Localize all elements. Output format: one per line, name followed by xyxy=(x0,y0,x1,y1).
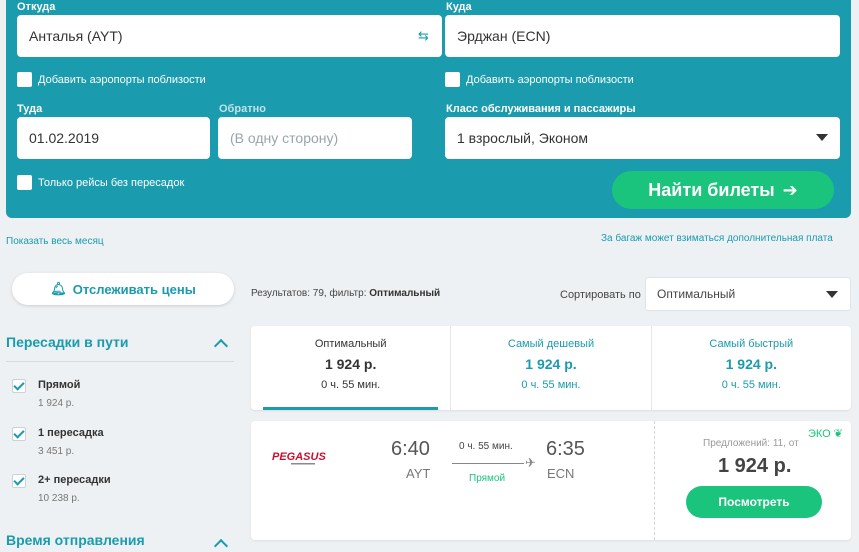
checkbox-checked[interactable] xyxy=(12,474,26,488)
depart-date-value: 01.02.2019 xyxy=(29,130,100,146)
class-select[interactable]: 1 взрослый, Эконом xyxy=(445,117,840,159)
return-label: Обратно xyxy=(219,103,266,115)
swap-icon[interactable]: ⇆ xyxy=(418,29,432,43)
arrow-right-icon: ➔ xyxy=(782,179,798,200)
route-type: Прямой xyxy=(469,473,506,484)
nearby-to-label: Добавить аэропорты поблизости xyxy=(466,73,634,86)
checkbox-box[interactable] xyxy=(445,72,460,87)
tab-duration: 0 ч. 55 мин. xyxy=(721,379,781,391)
direct-only-checkbox[interactable]: Только рейсы без пересадок xyxy=(17,175,184,190)
nearby-from-checkbox[interactable]: Добавить аэропорты поблизости xyxy=(17,72,206,87)
eco-badge: ЭКО ❦ xyxy=(808,427,843,440)
tab-price: 1 924 р. xyxy=(324,356,377,372)
search-panel: Откуда Анталья (AYT) ⇆ Куда Эрджан (ECN)… xyxy=(6,0,851,218)
from-value: Анталья (AYT) xyxy=(29,28,123,44)
class-value: 1 взрослый, Эконом xyxy=(457,130,589,146)
sort-label: Сортировать по xyxy=(560,289,641,301)
to-field[interactable]: Эрджан (ECN) xyxy=(445,15,840,57)
caret-down-icon xyxy=(826,291,838,298)
departure-section-title[interactable]: Время отправления xyxy=(6,532,145,548)
tab-optimal[interactable]: Оптимальный 1 924 р. 0 ч. 55 мин. xyxy=(251,326,450,410)
to-label: Куда xyxy=(446,1,472,13)
results-summary: Результатов: 79, фильтр: Оптимальный xyxy=(251,288,440,299)
chevron-up-icon[interactable] xyxy=(213,538,229,552)
filter-label: Прямой xyxy=(38,379,81,391)
route-line xyxy=(452,463,524,464)
from-field[interactable]: Анталья (AYT) ⇆ xyxy=(17,15,442,57)
filter-label: 2+ пересадки xyxy=(38,474,111,486)
tab-price: 1 924 р. xyxy=(525,356,577,372)
find-tickets-button[interactable]: Найти билеты ➔ xyxy=(612,171,834,209)
view-offer-label: Посмотреть xyxy=(718,495,790,509)
tab-duration: 0 ч. 55 мин. xyxy=(321,379,381,391)
sort-select[interactable]: Оптимальный xyxy=(645,277,851,311)
tab-name: Самый быстрый xyxy=(709,338,794,350)
filter-label: 1 пересадка xyxy=(38,427,104,439)
results-count: Результатов: 79, фильтр: xyxy=(251,288,370,299)
filter-price: 10 238 р. xyxy=(38,493,80,504)
offers-count: Предложений: 11, от xyxy=(703,438,799,449)
tab-fastest[interactable]: Самый быстрый 1 924 р. 0 ч. 55 мин. xyxy=(650,326,851,410)
tab-name: Самый дешевый xyxy=(507,338,595,350)
show-month-link[interactable]: Показать весь месяц xyxy=(6,236,104,247)
track-prices-label: Отслеживать цены xyxy=(72,281,196,297)
divider xyxy=(6,361,234,362)
find-tickets-label: Найти билеты xyxy=(648,179,775,200)
from-label: Откуда xyxy=(17,1,56,13)
stops-section-title[interactable]: Пересадки в пути xyxy=(6,334,129,350)
filter-price: 1 924 р. xyxy=(38,398,75,409)
sort-value: Оптимальный xyxy=(657,287,736,301)
chevron-up-icon[interactable] xyxy=(213,338,229,354)
baggage-note-link[interactable]: За багаж может взиматься дополнительная … xyxy=(601,233,833,244)
results-filter: Оптимальный xyxy=(369,288,441,299)
depart-date-field[interactable]: 01.02.2019 xyxy=(17,117,210,159)
card-divider xyxy=(654,421,655,540)
airline-logo: PEGASUS xyxy=(272,451,326,465)
return-placeholder: (В одну сторону) xyxy=(230,130,339,146)
depart-airport: AYT xyxy=(406,466,431,481)
depart-time: 6:40 xyxy=(391,438,430,460)
view-offer-button[interactable]: Посмотреть xyxy=(686,486,822,518)
class-label: Класс обслуживания и пассажиры xyxy=(446,103,636,115)
checkbox-box[interactable] xyxy=(17,175,32,190)
caret-down-icon xyxy=(816,134,828,141)
arrive-time: 6:35 xyxy=(546,438,585,460)
nearby-to-checkbox[interactable]: Добавить аэропорты поблизости xyxy=(445,72,634,87)
flight-card[interactable]: PEGASUS 6:40 AYT 0 ч. 55 мин. ✈ Прямой 6… xyxy=(251,421,851,540)
filter-price: 3 451 р. xyxy=(38,446,75,457)
tab-duration: 0 ч. 55 мин. xyxy=(521,379,581,391)
direct-only-label: Только рейсы без пересадок xyxy=(38,176,185,189)
return-date-field[interactable]: (В одну сторону) xyxy=(218,117,412,159)
flight-price: 1 924 р. xyxy=(718,455,792,477)
bell-icon: 🔔︎ xyxy=(50,281,67,296)
arrive-airport: ECN xyxy=(547,466,575,481)
tab-cheapest[interactable]: Самый дешевый 1 924 р. 0 ч. 55 мин. xyxy=(450,326,650,410)
tab-name: Оптимальный xyxy=(314,338,387,350)
checkbox-box[interactable] xyxy=(17,72,32,87)
track-prices-button[interactable]: 🔔︎ Отслеживать цены xyxy=(12,273,234,305)
eco-label: ЭКО xyxy=(807,428,831,440)
to-value: Эрджан (ECN) xyxy=(457,28,551,44)
checkbox-checked[interactable] xyxy=(12,427,26,441)
flight-duration: 0 ч. 55 мин. xyxy=(459,441,513,452)
tab-price: 1 924 р. xyxy=(725,356,777,372)
leaf-icon: ❦ xyxy=(833,428,843,440)
active-tab-indicator xyxy=(263,407,439,410)
airline-name: PEGASUS xyxy=(272,451,326,463)
nearby-from-label: Добавить аэропорты поблизости xyxy=(38,73,206,86)
checkbox-checked[interactable] xyxy=(12,379,26,393)
sort-tabs: Оптимальный 1 924 р. 0 ч. 55 мин. Самый … xyxy=(251,326,851,410)
plane-icon: ✈ xyxy=(525,455,536,470)
depart-label: Туда xyxy=(17,103,43,115)
